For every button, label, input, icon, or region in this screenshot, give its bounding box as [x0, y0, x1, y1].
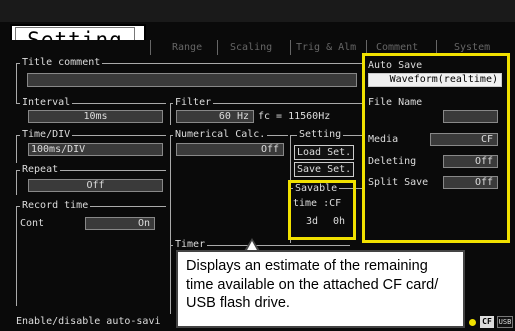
tab-range[interactable]: Range [172, 40, 202, 55]
repeat-label: Repeat [20, 164, 61, 176]
save-settings-button[interactable]: Save Set. [294, 162, 355, 177]
tab-divider [217, 40, 218, 55]
interval-label: Interval [20, 97, 73, 109]
tab-divider [150, 40, 151, 55]
filter-label: Filter [173, 97, 214, 109]
filter-rule [170, 103, 171, 125]
setting-group-label: Setting [297, 129, 344, 141]
usb-badge: USB [497, 316, 513, 328]
time-div-rule [16, 135, 17, 163]
filter-field[interactable]: 60 Hz [176, 110, 254, 123]
title-comment-label: Title comment [20, 57, 103, 69]
cf-badge: CF [480, 316, 494, 328]
interval-field[interactable]: 10ms [28, 110, 163, 123]
tab-scaling[interactable]: Scaling [230, 40, 272, 55]
cont-field[interactable]: On [85, 217, 155, 230]
numerical-calc-field[interactable]: Off [176, 143, 284, 156]
status-help-text: Enable/disable auto-savi [16, 316, 161, 327]
timer-rule [170, 245, 171, 315]
repeat-rule [16, 170, 17, 195]
title-comment-field[interactable] [27, 73, 357, 87]
callout-text: Displays an estimate of the remaining ti… [186, 258, 439, 311]
numerical-calc-rule [170, 135, 171, 245]
auto-save-highlight [362, 53, 510, 243]
media-indicator-icon [469, 319, 476, 326]
tab-divider [290, 40, 291, 55]
cont-label: Cont [20, 218, 45, 229]
title-comment-rule [16, 63, 17, 103]
record-time-rule [16, 206, 17, 306]
setting-group-rule [290, 135, 291, 183]
top-bar [0, 0, 515, 22]
record-time-label: Record time [20, 200, 91, 212]
time-div-label: Time/DIV [20, 129, 73, 141]
time-div-field[interactable]: 100ms/DIV [28, 143, 163, 156]
filter-cutoff: fc = 11560Hz [258, 111, 331, 122]
callout-box: Displays an estimate of the remaining ti… [176, 250, 465, 328]
repeat-field[interactable]: Off [28, 179, 163, 192]
load-settings-button[interactable]: Load Set. [294, 145, 355, 160]
tab-trig-alm[interactable]: Trig & Alm [296, 40, 356, 55]
savable-highlight [288, 180, 356, 240]
numerical-calc-label: Numerical Calc. [173, 129, 268, 141]
